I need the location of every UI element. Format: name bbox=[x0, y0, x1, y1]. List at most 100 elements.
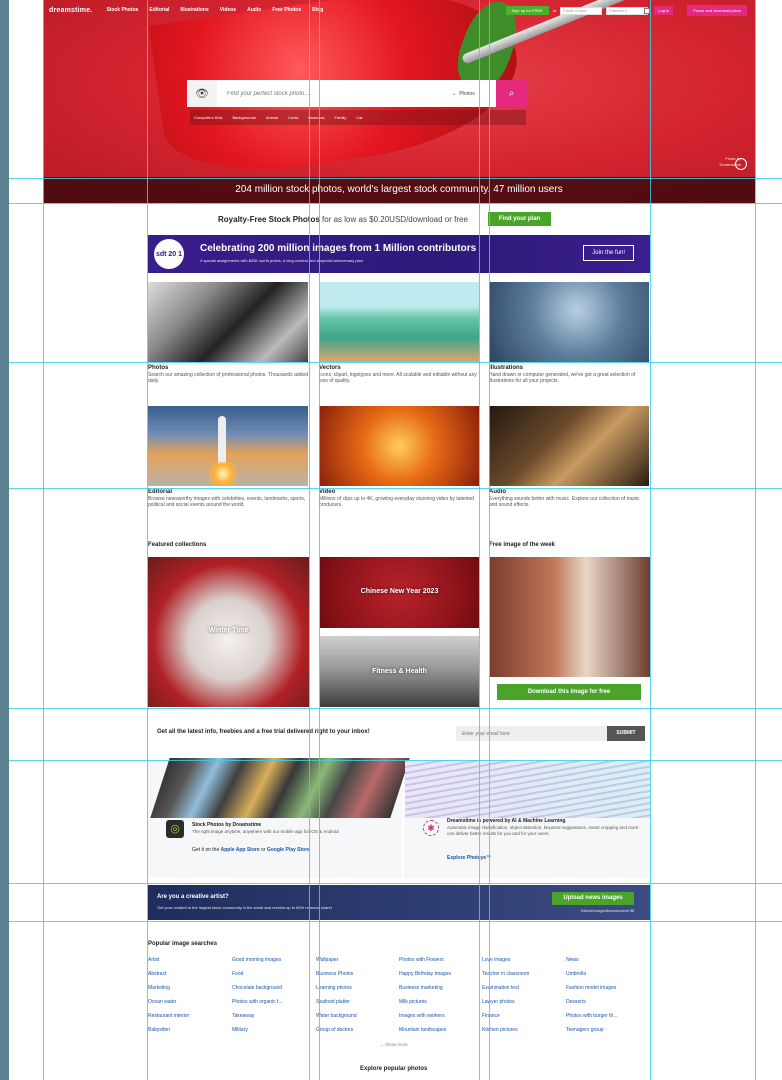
nav-illustrations[interactable]: Illustrations bbox=[180, 7, 208, 13]
search-button[interactable]: ⌕ bbox=[496, 80, 527, 107]
prices-button[interactable]: Prices and download plans bbox=[687, 5, 747, 16]
popular-search-link[interactable]: Teenagers group bbox=[566, 1027, 646, 1041]
popular-search-link[interactable]: Military bbox=[232, 1027, 312, 1041]
google-play-link[interactable]: Google Play Store bbox=[267, 847, 310, 853]
popular-search-link[interactable]: Chocolate background bbox=[232, 985, 312, 999]
signup-button[interactable]: Sign up for FREE bbox=[505, 6, 549, 15]
popular-search-link[interactable]: Mountain landscapes bbox=[399, 1027, 479, 1041]
category-title[interactable]: Photos bbox=[148, 365, 308, 371]
apple-app-store-link[interactable]: Apple App Store bbox=[221, 847, 260, 853]
popular-search-link[interactable]: Teacher in classroom bbox=[482, 971, 562, 985]
category-photos[interactable]: Photos Search our amazing collection of … bbox=[148, 282, 308, 384]
guide-line bbox=[9, 203, 782, 204]
category-audio[interactable]: Audio Everything sounds better with musi… bbox=[489, 406, 649, 508]
nav-audio[interactable]: Audio bbox=[247, 7, 261, 13]
featured-chinese-new-year[interactable]: Chinese New Year 2023 bbox=[320, 557, 479, 628]
app-link-or: or bbox=[259, 847, 267, 853]
popular-search-link[interactable]: Ocean water bbox=[148, 999, 228, 1013]
search-tag[interactable]: Animal bbox=[266, 115, 278, 120]
popular-search-link[interactable]: Business marketing bbox=[399, 985, 479, 999]
pricing-promo: Royalty-Free Stock Photos for as low as … bbox=[218, 211, 552, 227]
free-image-of-week[interactable] bbox=[490, 557, 650, 677]
category-video-image[interactable] bbox=[319, 406, 479, 486]
explore-photeye-link[interactable]: Explore Photeye™ bbox=[447, 855, 491, 861]
category-vectors[interactable]: Vectors Icons, clipart, logotypes and mo… bbox=[319, 282, 479, 384]
popular-search-link[interactable]: Group of doctors bbox=[316, 1027, 396, 1041]
popular-search-link[interactable]: Desserts bbox=[566, 999, 646, 1013]
popular-search-link[interactable]: Photos with Flowers bbox=[399, 957, 479, 971]
popular-search-link[interactable]: News bbox=[566, 957, 646, 971]
category-desc: Browse newsworthy images with celebritie… bbox=[148, 496, 306, 508]
show-more-link[interactable]: ⌄ Show more bbox=[380, 1042, 408, 1048]
popular-search-link[interactable]: Seafood platter bbox=[316, 999, 396, 1013]
nav-blog[interactable]: Blog bbox=[312, 7, 323, 13]
popular-search-link[interactable]: Food bbox=[232, 971, 312, 985]
popular-search-link[interactable]: Takeaway bbox=[232, 1013, 312, 1027]
category-illustrations-image[interactable] bbox=[489, 282, 649, 362]
popular-search-link[interactable]: Babysitter bbox=[148, 1027, 228, 1041]
popular-search-link[interactable]: Water background bbox=[316, 1013, 396, 1027]
popular-search-link[interactable]: Photos with burger th... bbox=[566, 1013, 646, 1027]
nav-stock-photos[interactable]: Stock Photos bbox=[106, 7, 138, 13]
popular-search-link[interactable]: Lawyer photos bbox=[482, 999, 562, 1013]
category-photos-image[interactable] bbox=[148, 282, 308, 362]
search-tag[interactable]: Family bbox=[335, 115, 347, 120]
category-title[interactable]: Vectors bbox=[319, 365, 479, 371]
popular-search-link[interactable]: Fashion model images bbox=[566, 985, 646, 999]
popular-search-link[interactable]: Wallpaper bbox=[316, 957, 396, 971]
popular-search-link[interactable]: Learning photos bbox=[316, 985, 396, 999]
popular-searches-title: Popular image searches bbox=[148, 941, 218, 947]
popular-search-link[interactable]: Examination test bbox=[482, 985, 562, 999]
popular-search-link[interactable]: Marketing bbox=[148, 985, 228, 999]
category-audio-image[interactable] bbox=[489, 406, 649, 486]
category-editorial[interactable]: Editorial Browse newsworthy images with … bbox=[148, 406, 308, 508]
category-editorial-image[interactable] bbox=[148, 406, 308, 486]
nav-videos[interactable]: Videos bbox=[220, 7, 236, 13]
featured-winter-time[interactable]: Winter Time bbox=[148, 557, 309, 707]
upload-news-images-button[interactable]: Upload news images bbox=[552, 892, 634, 905]
creative-subtitle: Get your content to the largest stock co… bbox=[157, 905, 332, 910]
category-desc: Search our amazing collection of profess… bbox=[148, 372, 309, 384]
newsletter-submit-button[interactable]: SUBMIT bbox=[607, 726, 645, 741]
download-free-button[interactable]: Download this image for free bbox=[497, 684, 641, 700]
popular-search-link[interactable]: Finance bbox=[482, 1013, 562, 1027]
anniversary-banner[interactable]: sdt 20 1 Celebrating 200 million images … bbox=[148, 235, 650, 273]
popular-search-link[interactable]: Business Photos bbox=[316, 971, 396, 985]
category-title[interactable]: Illustrations bbox=[489, 365, 649, 371]
nav-free-photos[interactable]: Free Photos bbox=[272, 7, 301, 13]
category-illustrations[interactable]: Illustrations Hand drawn or computer gen… bbox=[489, 282, 649, 384]
popular-search-link[interactable]: Milk pictures bbox=[399, 999, 479, 1013]
photographer-avatar-icon[interactable] bbox=[735, 158, 747, 170]
popular-search-link[interactable]: Love images bbox=[482, 957, 562, 971]
category-title[interactable]: Video bbox=[319, 489, 479, 495]
popular-search-link[interactable]: Artist bbox=[148, 957, 228, 971]
visual-search-eye-icon[interactable]: 👁 bbox=[187, 80, 217, 107]
creative-small-link[interactable]: Editorial images/license/course $$ bbox=[581, 909, 634, 913]
search-tag[interactable]: Business bbox=[308, 115, 324, 120]
popular-search-link[interactable]: Umbrella bbox=[566, 971, 646, 985]
site-logo[interactable]: dreamstime. bbox=[49, 7, 92, 14]
email-field[interactable]: Email or user bbox=[560, 6, 603, 15]
category-title[interactable]: Editorial bbox=[148, 489, 308, 495]
find-plan-button[interactable]: Find your plan bbox=[487, 212, 552, 226]
popular-search-link[interactable]: Restaurant interior bbox=[148, 1013, 228, 1027]
nav-editorial[interactable]: Editorial bbox=[149, 7, 169, 13]
category-vectors-image[interactable] bbox=[319, 282, 479, 362]
popular-search-link[interactable]: Happy Birthday Images bbox=[399, 971, 479, 985]
search-tag[interactable]: Car bbox=[356, 115, 362, 120]
search-tag[interactable]: Covid bbox=[288, 115, 298, 120]
login-button[interactable]: Log in bbox=[654, 6, 674, 15]
featured-fitness-health[interactable]: Fitness & Health bbox=[320, 636, 479, 707]
popular-search-link[interactable]: Abstract bbox=[148, 971, 228, 985]
popular-search-link[interactable]: Kitchen pictures bbox=[482, 1027, 562, 1041]
search-tag[interactable]: Computers Kids bbox=[194, 115, 222, 120]
popular-search-link[interactable]: Images with workers bbox=[399, 1013, 479, 1027]
popular-search-link[interactable]: Good morning images bbox=[232, 957, 312, 971]
password-field[interactable]: Password bbox=[606, 6, 649, 15]
category-video[interactable]: Video Millions of clips up to 4K, growin… bbox=[319, 406, 479, 508]
category-title[interactable]: Audio bbox=[489, 489, 649, 495]
search-tag[interactable]: Backgrounds bbox=[232, 115, 255, 120]
join-fun-button[interactable]: Join the fun! bbox=[583, 245, 634, 261]
search-input[interactable] bbox=[217, 90, 452, 97]
popular-search-link[interactable]: Photos with organic f... bbox=[232, 999, 312, 1013]
